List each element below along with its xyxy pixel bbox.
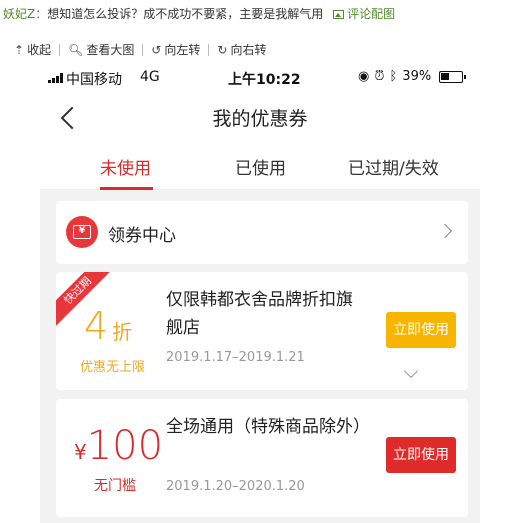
view-large-button[interactable]: 🔍︎ 查看大图: [68, 40, 134, 60]
tab-unused[interactable]: 未使用: [100, 154, 151, 179]
coupon-center-label: 领券中心: [108, 226, 176, 246]
rotate-right-button[interactable]: ↻ 向右转: [217, 40, 266, 60]
collapse-button[interactable]: ⇡ 收起: [14, 40, 51, 60]
discount-unit: 折: [112, 320, 133, 344]
comment-user[interactable]: 妖妃Z：: [3, 7, 47, 21]
comment-bar: 妖妃Z：想知道怎么投诉？成不成功不要紧，主要是我解气用 评论配图: [0, 0, 505, 30]
coupon-condition: 优惠无上限: [80, 360, 146, 375]
coupon-validity: 2019.1.17–2019.1.21: [166, 350, 305, 365]
coupon-title: 全场通用（特殊商品除外）: [166, 417, 370, 437]
nav-bar: 我的优惠券: [40, 94, 480, 144]
rotate-left-button[interactable]: ↺ 向左转: [151, 40, 200, 60]
coupon-center-row[interactable]: ¥ 领券中心: [56, 201, 468, 264]
coupon-validity: 2019.1.20–2020.1.20: [166, 479, 305, 494]
status-time: 上午10:22: [228, 72, 301, 88]
comment-picture-label: 评论配图: [347, 7, 396, 21]
amount-value: 100: [86, 423, 164, 469]
status-icons: ◉ ⏰︎ ᛒ 39%: [358, 69, 467, 84]
image-toolbar: ⇡ 收起 🔍︎ 查看大图 ↺ 向左转 ↻ 向右转: [14, 40, 266, 60]
discount-value: 4: [84, 304, 109, 348]
coupon-amount: ¥100: [74, 423, 163, 469]
rotate-right-icon: ↻: [217, 43, 228, 57]
bluetooth-icon: ᛒ: [389, 69, 398, 84]
status-bar: 中国移动 4G 上午10:22 ◉ ⏰︎ ᛒ 39%: [40, 64, 480, 92]
chevron-down-icon[interactable]: [403, 363, 419, 379]
coupon-title: 仅限韩都衣舍品牌折扣旗舰店: [166, 290, 353, 338]
magnifier-icon: 🔍︎: [68, 43, 84, 57]
collapse-label: 收起: [27, 43, 52, 57]
tab-expired[interactable]: 已过期/失效: [348, 154, 439, 179]
view-large-label: 查看大图: [86, 43, 135, 57]
toolbar-divider: [208, 44, 210, 56]
picture-icon: [333, 10, 345, 19]
coupon-discount: 4折: [84, 304, 132, 348]
chevron-right-icon: [437, 223, 453, 239]
rotate-left-label: 向左转: [164, 43, 201, 57]
currency-symbol: ¥: [74, 440, 87, 464]
coupon-tabs: 未使用 已使用 已过期/失效: [40, 144, 480, 190]
signal-icon: [48, 73, 63, 83]
comment-picture-link[interactable]: 评论配图: [333, 7, 395, 21]
coupon-card: ¥100 无门槛 全场通用（特殊商品除外） 2019.1.20–2020.1.2…: [56, 399, 468, 517]
phone-screenshot: 中国移动 4G 上午10:22 ◉ ⏰︎ ᛒ 39% 我的优惠券 未使用 已使用…: [40, 64, 480, 523]
battery-percent: 39%: [402, 69, 432, 84]
rotate-left-icon: ↺: [151, 43, 162, 57]
yuan-ticket-icon: ¥: [73, 225, 91, 239]
use-now-button[interactable]: 立即使用: [386, 312, 456, 348]
page-title: 我的优惠券: [212, 108, 308, 130]
rotation-lock-icon: ◉: [358, 69, 370, 84]
carrier-name: 中国移动: [66, 72, 122, 88]
toolbar-divider: [59, 44, 61, 56]
use-now-button[interactable]: 立即使用: [386, 437, 456, 473]
toolbar-divider: [142, 44, 144, 56]
network-type: 4G: [140, 69, 160, 85]
rotate-right-label: 向右转: [230, 43, 267, 57]
tab-used[interactable]: 已使用: [235, 154, 286, 179]
battery-icon: [439, 70, 467, 83]
alarm-icon: ⏰︎: [374, 69, 385, 84]
coupon-condition: 无门槛: [94, 478, 136, 494]
comment-text: 想知道怎么投诉？成不成功不要紧，主要是我解气用: [47, 7, 324, 21]
collapse-icon: ⇡: [14, 43, 25, 57]
coupon-card: 快过期 4折 优惠无上限 仅限韩都衣舍品牌折扣旗舰店 2019.1.17–201…: [56, 272, 468, 390]
coupon-center-icon: ¥: [66, 216, 98, 248]
